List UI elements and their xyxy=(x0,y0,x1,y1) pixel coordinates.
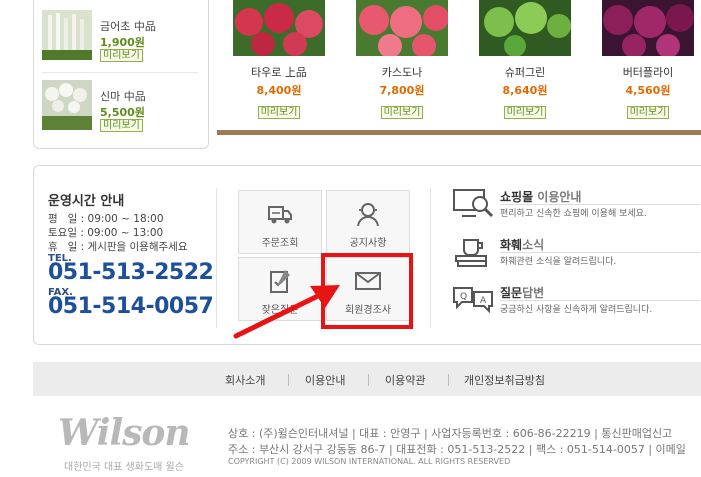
preview-button[interactable]: 미리보기 xyxy=(380,106,424,119)
divider xyxy=(368,374,369,386)
product-card[interactable]: 카스도나 7,800원 미리보기 xyxy=(356,0,448,119)
product-card[interactable]: 버터플라이 4,560원 미리보기 xyxy=(602,0,694,119)
product-thumbnail[interactable] xyxy=(42,10,92,60)
divider xyxy=(288,374,289,386)
preview-button[interactable]: 미리보기 xyxy=(100,119,143,132)
side-product-item[interactable]: 신마 中品 5,500원 미리보기 xyxy=(42,80,202,135)
guide-desc: 화훼관련 소식을 알려드립니다. xyxy=(500,257,617,267)
quick-link-order-lookup[interactable]: 주문조회 xyxy=(238,190,322,254)
product-price: 7,800원 xyxy=(379,84,425,97)
product-thumbnail[interactable] xyxy=(42,80,92,130)
product-thumbnail[interactable] xyxy=(602,0,694,56)
guide-title-bold: 화훼 xyxy=(500,238,523,252)
truck-icon xyxy=(268,206,292,224)
company-info-line-2: 주소 : 부산시 강서구 강동동 86-7 | 대표전화 : 051-513-2… xyxy=(228,443,686,456)
divider xyxy=(430,188,431,328)
quick-link-notice[interactable]: 공지사항 xyxy=(326,190,410,254)
wilson-logo[interactable]: Wilson xyxy=(58,412,191,454)
footer-link-company[interactable]: 회사소개 xyxy=(225,372,265,388)
footer-link-usage[interactable]: 이용안내 xyxy=(305,372,345,388)
divider xyxy=(216,188,217,328)
product-price: 5,500원 xyxy=(100,106,145,119)
product-thumbnail[interactable] xyxy=(233,0,325,56)
side-product-item[interactable]: 금어초 中品 1,900원 미리보기 xyxy=(42,10,202,65)
product-name[interactable]: 카스도나 xyxy=(356,64,448,80)
divider xyxy=(500,252,700,253)
person-icon xyxy=(357,203,379,227)
preview-button[interactable]: 미리보기 xyxy=(100,49,143,62)
product-price: 8,640원 xyxy=(502,84,548,97)
guide-title-light: 이용안내 xyxy=(533,190,582,204)
guide-qna[interactable]: Q A 질문답변 궁금하신 사항을 신속하게 알려드립니다. xyxy=(452,284,700,320)
tel-number: 051-513-2522 xyxy=(48,260,214,285)
quick-link-label: 공지사항 xyxy=(349,238,387,249)
guide-shopping[interactable]: 쇼핑몰 이용안내 편리하고 신속한 쇼핑에 이용해 보세요. xyxy=(452,188,700,224)
divider xyxy=(448,374,449,386)
product-price: 4,560원 xyxy=(625,84,671,97)
logo-tagline: 대한민국 대표 생화도매 윌슨 xyxy=(64,462,184,473)
divider xyxy=(42,72,198,73)
fax-number: 051-514-0057 xyxy=(48,294,214,319)
preview-button[interactable]: 미리보기 xyxy=(503,106,547,119)
product-thumbnail[interactable] xyxy=(479,0,571,56)
svg-text:A: A xyxy=(480,296,487,306)
quick-link-label: 주문조회 xyxy=(261,238,299,249)
guide-desc: 궁금하신 사항을 신속하게 알려드립니다. xyxy=(500,305,653,315)
footer-link-privacy[interactable]: 개인정보취급방침 xyxy=(464,372,545,388)
guide-floral-news[interactable]: 화훼소식 화훼관련 소식을 알려드립니다. xyxy=(452,236,700,272)
guide-desc: 편리하고 신속한 쇼핑에 이용해 보세요. xyxy=(500,209,647,219)
guide-title-light: 답변 xyxy=(522,286,545,300)
monitor-search-icon xyxy=(453,189,494,218)
product-card[interactable]: 슈퍼그린 8,640원 미리보기 xyxy=(479,0,571,119)
hours-holiday: 휴 일 : 게시판을 이용해주세요 xyxy=(48,241,188,253)
product-name[interactable]: 금어초 中品 xyxy=(100,18,156,34)
divider xyxy=(500,204,700,205)
svg-text:Q: Q xyxy=(460,292,467,302)
product-thumbnail[interactable] xyxy=(356,0,448,56)
footer-link-terms[interactable]: 이용약관 xyxy=(385,372,425,388)
product-price: 8,400원 xyxy=(256,84,302,97)
hours-title: 운영시간 안내 xyxy=(48,194,125,209)
product-price: 1,900원 xyxy=(100,36,145,49)
guide-title-bold: 쇼핑몰 xyxy=(500,190,534,204)
product-name[interactable]: 슈퍼그린 xyxy=(479,64,571,80)
guide-title-bold: 질문 xyxy=(500,286,523,300)
product-name[interactable]: 버터플라이 xyxy=(602,64,694,80)
coffee-books-icon xyxy=(455,239,487,267)
product-name[interactable]: 신마 中品 xyxy=(100,88,146,104)
product-section-divider xyxy=(217,130,701,135)
footer-nav xyxy=(33,362,701,396)
arrow-annotation xyxy=(233,285,340,339)
preview-button[interactable]: 미리보기 xyxy=(626,106,670,119)
company-info-line-1: 상호 : (주)윌슨인터내셔널 | 대표 : 안영구 | 사업자등록번호 : 6… xyxy=(228,427,673,440)
hours-saturday: 토요일 : 09:00 ~ 13:00 xyxy=(48,227,164,239)
copyright: COPYRIGHT (C) 2009 WILSON INTERNATIONAL.… xyxy=(228,457,511,466)
guide-title-light: 소식 xyxy=(522,238,545,252)
chat-bubbles-icon: Q A xyxy=(453,287,493,314)
preview-button[interactable]: 미리보기 xyxy=(257,106,301,119)
product-card[interactable]: 타우로 上品 8,400원 미리보기 xyxy=(233,0,325,119)
product-name[interactable]: 타우로 上品 xyxy=(233,64,325,80)
hours-weekday: 평 일 : 09:00 ~ 18:00 xyxy=(48,213,164,225)
divider xyxy=(500,300,700,301)
